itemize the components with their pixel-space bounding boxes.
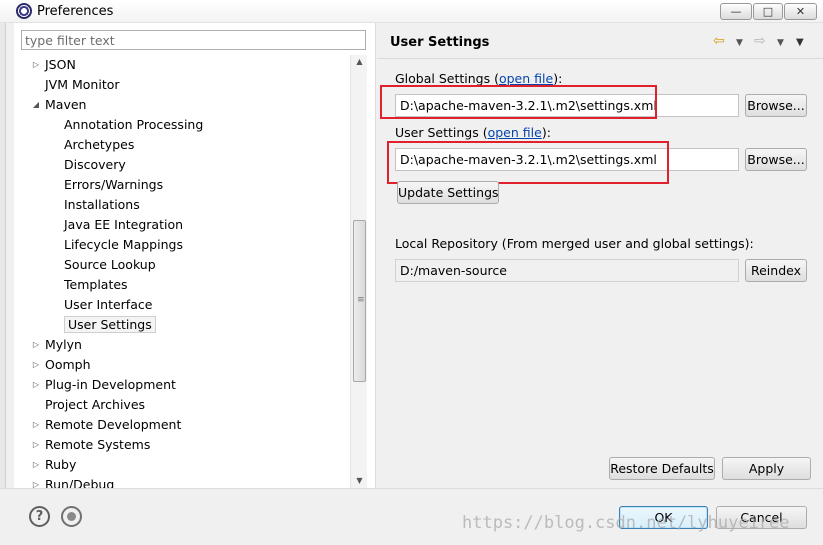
tree-collapsed-icon[interactable]: ▷	[31, 355, 41, 375]
window-title: Preferences	[37, 4, 114, 19]
tree-item-label: Errors/Warnings	[64, 177, 164, 192]
minimize-button[interactable]: —	[720, 3, 752, 20]
tree-item[interactable]: ▷ Remote Systems	[33, 435, 151, 455]
tree-item[interactable]: ◢ Maven	[33, 95, 87, 115]
user-browse-button[interactable]: Browse...	[745, 148, 807, 171]
tree-expanded-icon[interactable]: ◢	[31, 95, 41, 115]
scroll-thumb[interactable]: ≡	[353, 220, 366, 382]
close-icon: ✕	[795, 5, 806, 18]
tree-item-label: Discovery	[64, 157, 126, 172]
maximize-button[interactable]: □	[753, 3, 783, 20]
tree-item[interactable]: ▷ JSON	[33, 55, 76, 75]
tree-item[interactable]: ▷ Run/Debug	[33, 475, 115, 488]
tree-item[interactable]: Annotation Processing	[64, 115, 203, 135]
tree-item[interactable]: User Settings	[64, 315, 156, 335]
tree-item[interactable]: Lifecycle Mappings	[64, 235, 183, 255]
tree-item-label: JSON	[45, 57, 76, 72]
local-repository-field: D:/maven-source	[395, 259, 739, 282]
tree-item[interactable]: Installations	[64, 195, 140, 215]
filter-input[interactable]	[21, 30, 366, 50]
tree-collapsed-icon[interactable]: ▷	[31, 415, 41, 435]
page-title: User Settings	[390, 35, 490, 50]
tree-item-label: User Settings	[64, 316, 156, 333]
tree-item-label: Maven	[45, 97, 87, 112]
tree-item-label: Ruby	[45, 457, 77, 472]
tree-item-label: Remote Systems	[45, 437, 151, 452]
reindex-button[interactable]: Reindex	[745, 259, 807, 282]
tree-item[interactable]: JVM Monitor	[45, 75, 120, 95]
maximize-icon: □	[762, 5, 774, 18]
tree-item[interactable]: Templates	[64, 275, 128, 295]
minimize-icon: —	[730, 5, 742, 18]
view-menu-icon[interactable]: ▼	[796, 37, 804, 48]
tree-item[interactable]: User Interface	[64, 295, 152, 315]
restore-defaults-button[interactable]: Restore Defaults	[609, 457, 715, 480]
global-settings-label: Global Settings (open file):	[395, 71, 563, 86]
update-settings-button[interactable]: Update Settings	[397, 181, 499, 204]
eclipse-app-icon	[16, 3, 32, 19]
tree-item-label: Mylyn	[45, 337, 82, 352]
tree-item[interactable]: Archetypes	[64, 135, 134, 155]
preferences-tree: ▷ JSON JVM Monitor ◢ Maven Annotation Process…	[14, 55, 350, 488]
back-icon[interactable]: ⇦	[713, 33, 725, 49]
scroll-down-icon[interactable]: ▼	[351, 474, 368, 488]
help-icon[interactable]: ?	[29, 506, 50, 527]
tree-item[interactable]: Discovery	[64, 155, 126, 175]
global-browse-button[interactable]: Browse...	[745, 94, 807, 117]
local-repository-label: Local Repository (From merged user and g…	[395, 236, 754, 251]
tree-item-label: Oomph	[45, 357, 91, 372]
scroll-up-icon[interactable]: ▲	[351, 55, 368, 69]
tree-item[interactable]: Java EE Integration	[64, 215, 183, 235]
user-settings-label: User Settings (open file):	[395, 125, 551, 140]
tree-collapsed-icon[interactable]: ▷	[31, 475, 41, 488]
tree-item-label: Lifecycle Mappings	[64, 237, 183, 252]
watermark-text: https://blog.csdn.net/lyhuyeiree	[462, 513, 790, 533]
tree-item[interactable]: ▷ Oomph	[33, 355, 91, 375]
tree-item[interactable]: ▷ Mylyn	[33, 335, 82, 355]
tree-collapsed-icon[interactable]: ▷	[31, 375, 41, 395]
title-bar	[0, 0, 823, 23]
left-edge-strip	[0, 23, 6, 545]
tree-item-label: Source Lookup	[64, 257, 156, 272]
global-settings-highlight-box	[380, 85, 657, 119]
tree-item[interactable]: Errors/Warnings	[64, 175, 163, 195]
tree-item[interactable]: ▷ Ruby	[33, 455, 77, 475]
tree-scrollbar[interactable]: ▲ ≡ ▼	[350, 55, 367, 488]
tree-collapsed-icon[interactable]: ▷	[31, 435, 41, 455]
user-open-file-link[interactable]: open file	[488, 125, 542, 140]
back-menu-chevron-down-icon[interactable]: ▼	[736, 38, 743, 48]
tree-item[interactable]: Project Archives	[45, 395, 145, 415]
tree-item-label: Java EE Integration	[64, 217, 184, 232]
forward-menu-chevron-down-icon[interactable]: ▼	[777, 38, 784, 48]
preferences-tree-pane: ▷ JSON JVM Monitor ◢ Maven Annotation Process…	[14, 23, 376, 488]
tree-item-label: Templates	[64, 277, 128, 292]
record-icon[interactable]	[61, 506, 82, 527]
grip-icon: ≡	[357, 295, 365, 305]
tree-item[interactable]: Source Lookup	[64, 255, 156, 275]
tree-collapsed-icon[interactable]: ▷	[31, 55, 41, 75]
tree-item[interactable]: ▷ Remote Development	[33, 415, 182, 435]
tree-item-label: JVM Monitor	[45, 77, 120, 92]
header-divider	[377, 58, 823, 59]
tree-item-label: Plug-in Development	[45, 377, 176, 392]
forward-icon[interactable]: ⇨	[754, 33, 766, 49]
tree-item-label: Run/Debug	[45, 477, 115, 488]
global-open-file-link[interactable]: open file	[499, 71, 553, 86]
tree-item-label: Project Archives	[45, 397, 146, 412]
tree-item[interactable]: ▷ Plug-in Development	[33, 375, 176, 395]
user-settings-highlight-box	[387, 141, 669, 184]
tree-item-label: Archetypes	[64, 137, 135, 152]
apply-button[interactable]: Apply	[722, 457, 811, 480]
tree-item-label: User Interface	[64, 297, 153, 312]
tree-item-label: Annotation Processing	[64, 117, 204, 132]
tree-collapsed-icon[interactable]: ▷	[31, 335, 41, 355]
tree-item-label: Remote Development	[45, 417, 182, 432]
tree-collapsed-icon[interactable]: ▷	[31, 455, 41, 475]
tree-item-label: Installations	[64, 197, 140, 212]
close-button[interactable]: ✕	[784, 3, 817, 20]
